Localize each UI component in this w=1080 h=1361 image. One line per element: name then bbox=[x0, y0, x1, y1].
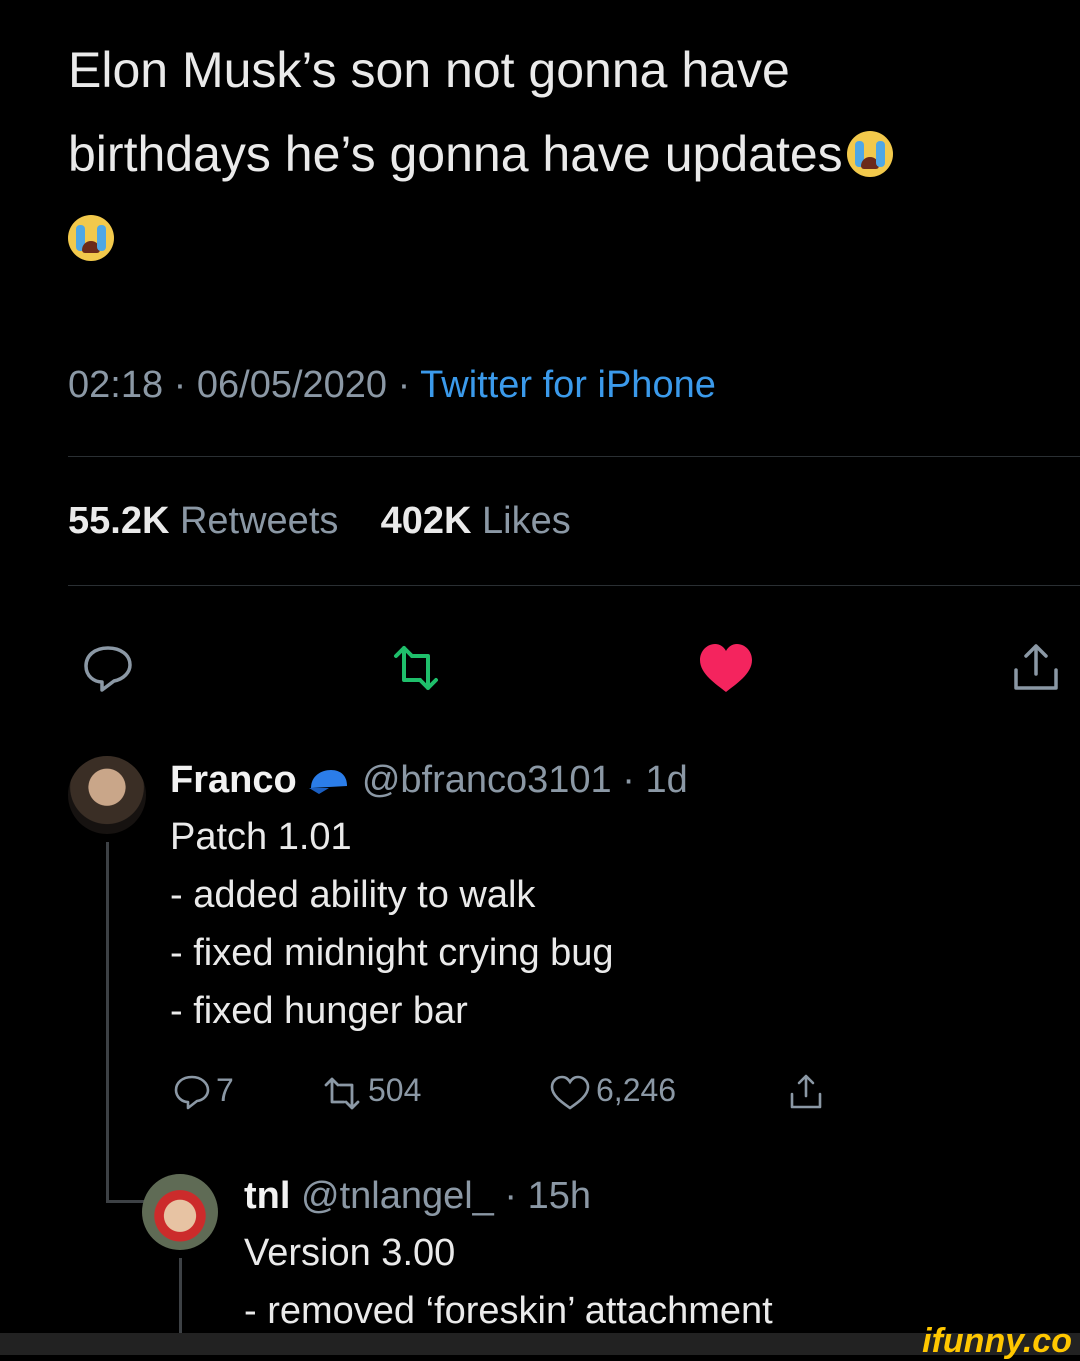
reply-age: 15h bbox=[527, 1175, 592, 1217]
retweets-count[interactable]: 55.2K bbox=[68, 500, 169, 542]
reply-actions: 7 504 6,246 bbox=[172, 1068, 872, 1118]
reply-body: Patch 1.01 - added ability to walk - fix… bbox=[170, 808, 614, 1040]
reply-count: 7 bbox=[216, 1072, 234, 1108]
tweet-time: 02:18 bbox=[68, 364, 164, 406]
reply-body: Version 3.00 - removed ‘foreskin’ attach… bbox=[244, 1224, 773, 1340]
reply-line: - added ability to walk bbox=[170, 874, 536, 916]
retweet-count: 504 bbox=[368, 1072, 422, 1108]
tweet-text-line1: Elon Musk’s son not gonna have bbox=[68, 42, 790, 98]
tweet-text-line2: birthdays he’s gonna have updates bbox=[68, 126, 843, 182]
thread-line bbox=[106, 842, 109, 1202]
share-icon[interactable] bbox=[786, 1072, 826, 1112]
reply-author-handle[interactable]: @bfranco3101 bbox=[362, 759, 612, 801]
blue-cap-icon bbox=[309, 770, 348, 794]
retweet-icon[interactable] bbox=[386, 640, 446, 696]
tweet-text: Elon Musk’s son not gonna have birthdays… bbox=[68, 28, 1068, 280]
heart-icon[interactable] bbox=[548, 1074, 592, 1112]
like-count: 6,246 bbox=[596, 1072, 677, 1108]
retweet-icon[interactable] bbox=[320, 1074, 364, 1112]
reply-age: 1d bbox=[645, 759, 688, 801]
share-icon[interactable] bbox=[1008, 640, 1064, 696]
reply-author-name[interactable]: tnl bbox=[244, 1175, 290, 1217]
heart-icon[interactable] bbox=[696, 640, 756, 696]
tweet-source-link[interactable]: Twitter for iPhone bbox=[420, 364, 716, 406]
divider bbox=[68, 585, 1080, 586]
watermark-bar: ifunny.co bbox=[0, 1322, 1080, 1360]
tweet-stats: 55.2K Retweets 402K Likes bbox=[68, 500, 571, 543]
reply-line: - removed ‘foreskin’ attachment bbox=[244, 1290, 773, 1332]
reply-line: - fixed midnight crying bug bbox=[170, 932, 614, 974]
avatar[interactable] bbox=[142, 1174, 218, 1250]
tweet-meta: 02:18 · 06/05/2020 · Twitter for iPhone bbox=[68, 364, 716, 406]
tweet-date: 06/05/2020 bbox=[196, 364, 388, 406]
reply-author-handle[interactable]: @tnlangel_ bbox=[301, 1175, 494, 1217]
avatar[interactable] bbox=[68, 756, 146, 834]
crying-emoji-icon bbox=[846, 131, 893, 177]
reply-header: Franco @bfranco3101 · 1d bbox=[170, 759, 688, 801]
reply-line: Version 3.00 bbox=[244, 1232, 456, 1274]
reply-icon[interactable] bbox=[80, 640, 136, 696]
likes-label[interactable]: Likes bbox=[482, 500, 571, 542]
crying-emoji-icon bbox=[68, 215, 114, 261]
thread-line bbox=[179, 1258, 182, 1338]
divider bbox=[68, 456, 1080, 457]
thread-line bbox=[106, 1200, 146, 1203]
likes-count[interactable]: 402K bbox=[381, 500, 472, 542]
ifunny-watermark: ifunny.co bbox=[922, 1322, 1072, 1360]
reply-line: - fixed hunger bar bbox=[170, 990, 468, 1032]
retweets-label[interactable]: Retweets bbox=[180, 500, 338, 542]
reply-icon[interactable] bbox=[172, 1072, 212, 1112]
reply-header: tnl @tnlangel_ · 15h bbox=[244, 1175, 592, 1217]
reply-line: Patch 1.01 bbox=[170, 816, 352, 858]
reply-author-name[interactable]: Franco bbox=[170, 759, 297, 801]
